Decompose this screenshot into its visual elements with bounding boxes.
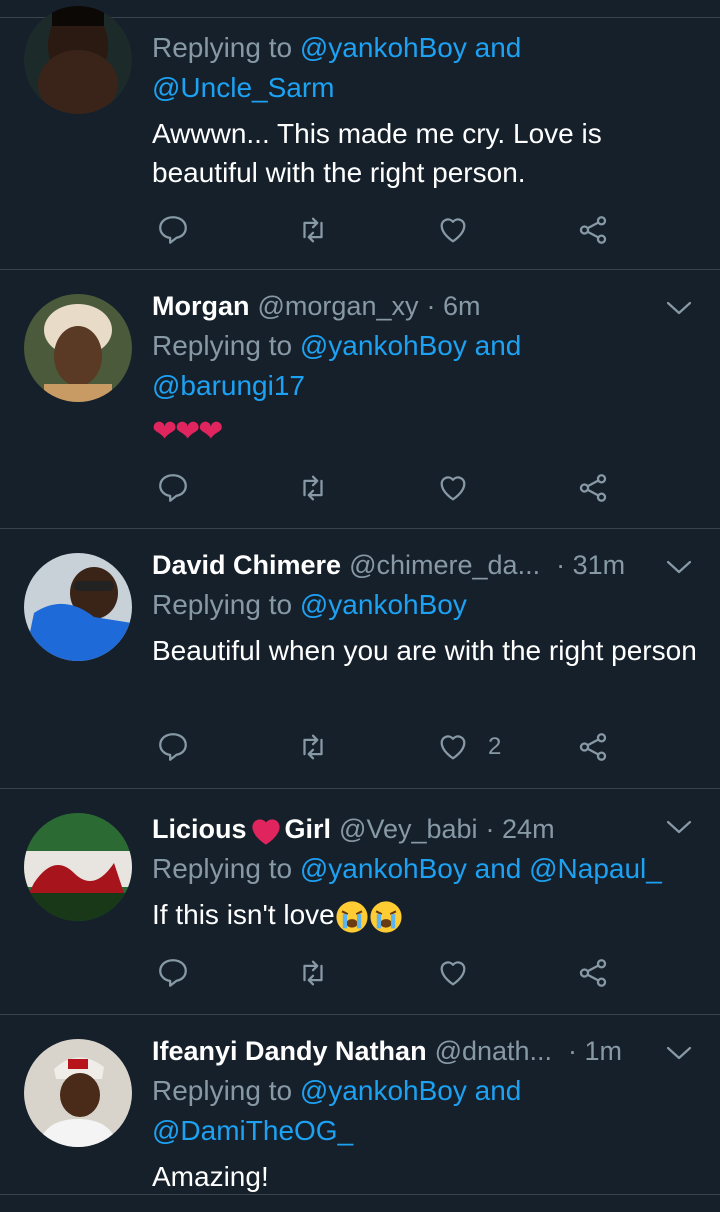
tweet-actions: 2 (152, 727, 622, 767)
user-handle[interactable]: @dnath... (435, 1031, 552, 1071)
replying-to: Replying to @yankohBoy and (152, 1071, 700, 1111)
reply-icon (159, 959, 187, 987)
retweet-icon (303, 475, 323, 501)
tweet[interactable]: Morgan @morgan_xy · 6m Replying to @yank… (0, 270, 720, 529)
tweet-header: Ifeanyi Dandy Nathan @dnath... · 1m (152, 1031, 700, 1071)
tweet-text: Awwwn... This made me cry. Love is beaut… (152, 118, 602, 188)
user-handle[interactable]: @morgan_xy (258, 286, 419, 326)
mention-link[interactable]: @yankohBoy and (300, 330, 521, 361)
reply-button[interactable] (156, 727, 190, 767)
tweet-time: · 24m (485, 814, 555, 844)
avatar[interactable] (24, 1039, 132, 1147)
replying-prefix: Replying to (152, 1075, 300, 1106)
retweet-button[interactable] (296, 210, 330, 250)
tweet-text: ❤❤❤ (152, 415, 223, 448)
tweet-actions (152, 468, 622, 508)
tweet-time: · 1m (568, 1036, 623, 1066)
tweet-actions (152, 953, 622, 993)
mention-link[interactable]: @DamiTheOG_ (152, 1115, 353, 1146)
crying-face-emoji-icon (336, 901, 368, 933)
like-count: 2 (488, 733, 502, 760)
tweet-header: Morgan @morgan_xy · 6m (152, 286, 700, 326)
share-icon (579, 474, 607, 502)
like-button[interactable]: 2 (436, 727, 501, 767)
like-button[interactable] (436, 953, 470, 993)
reply-icon (159, 474, 187, 502)
display-name[interactable]: Licious Girl (152, 809, 331, 849)
heart-icon (440, 476, 466, 501)
reply-button[interactable] (156, 953, 190, 993)
tweet-actions (152, 210, 622, 250)
share-button[interactable] (576, 210, 610, 250)
retweet-icon (303, 960, 323, 986)
replying-to: Replying to @yankohBoy and @Napaul_ (152, 849, 700, 889)
replying-prefix: Replying to (152, 32, 300, 63)
display-name[interactable]: Morgan (152, 286, 250, 326)
heart-icon (440, 961, 466, 986)
replying-to: Replying to @yankohBoy (152, 585, 700, 625)
tweet-header: David Chimere @chimere_da... · 31m (152, 545, 700, 585)
display-name-part: Girl (284, 814, 332, 844)
tweet[interactable]: Replying to @yankohBoy and @Uncle_Sarm A… (0, 6, 720, 270)
tweet-text: Beautiful when you are with the right pe… (152, 635, 697, 666)
heart-icon (440, 218, 466, 243)
avatar[interactable] (24, 813, 132, 921)
like-button[interactable] (436, 210, 470, 250)
replying-to: Replying to @yankohBoy and (152, 28, 700, 68)
reply-button[interactable] (156, 468, 190, 508)
mention-link[interactable]: @yankohBoy and (300, 32, 521, 63)
retweet-icon (303, 734, 323, 760)
replying-to: Replying to @yankohBoy and (152, 326, 700, 366)
mention-link[interactable]: @yankohBoy and (300, 1075, 521, 1106)
share-icon (579, 733, 607, 761)
crying-face-emoji-icon (370, 901, 402, 933)
red-heart-icon (251, 819, 280, 845)
retweet-button[interactable] (296, 727, 330, 767)
mention-link[interactable]: @yankohBoy and @Napaul_ (300, 853, 662, 884)
tweet-time: · 6m (426, 291, 481, 321)
replying-to-cont: @barungi17 (152, 366, 700, 406)
reply-icon (159, 216, 187, 244)
chevron-down-icon[interactable] (666, 1045, 692, 1061)
share-button[interactable] (576, 727, 610, 767)
tweet-text: Amazing! (152, 1161, 269, 1192)
mention-link[interactable]: @yankohBoy (300, 589, 467, 620)
share-button[interactable] (576, 953, 610, 993)
chevron-down-icon[interactable] (666, 819, 692, 835)
replying-to-cont: @DamiTheOG_ (152, 1111, 700, 1151)
avatar[interactable] (24, 6, 132, 114)
tweet[interactable]: David Chimere @chimere_da... · 31m Reply… (0, 529, 720, 789)
share-icon (579, 216, 607, 244)
retweet-button[interactable] (296, 953, 330, 993)
mention-link[interactable]: @barungi17 (152, 370, 305, 401)
avatar[interactable] (24, 553, 132, 661)
mention-link[interactable]: @Uncle_Sarm (152, 72, 334, 103)
replying-prefix: Replying to (152, 589, 300, 620)
tweet-time: · 31m (556, 550, 626, 580)
replying-to-cont: @Uncle_Sarm (152, 68, 700, 108)
avatar[interactable] (24, 294, 132, 402)
replying-prefix: Replying to (152, 330, 300, 361)
retweet-button[interactable] (296, 468, 330, 508)
tweet[interactable]: Ifeanyi Dandy Nathan @dnath... · 1m Repl… (0, 1015, 720, 1195)
display-name[interactable]: David Chimere (152, 545, 341, 585)
tweet-header: Licious Girl @Vey_babi · 24m (152, 809, 700, 849)
retweet-icon (303, 217, 323, 243)
reply-button[interactable] (156, 210, 190, 250)
tweet-text-row: If this isn't love (152, 895, 700, 934)
chevron-down-icon[interactable] (666, 300, 692, 316)
share-icon (579, 959, 607, 987)
tweet-text: If this isn't love (152, 899, 335, 930)
replying-prefix: Replying to (152, 853, 300, 884)
user-handle[interactable]: @Vey_babi (339, 809, 478, 849)
heart-icon (440, 735, 466, 760)
display-name-part: Licious (152, 814, 247, 844)
like-button[interactable] (436, 468, 470, 508)
chevron-down-icon[interactable] (666, 559, 692, 575)
display-name[interactable]: Ifeanyi Dandy Nathan (152, 1031, 427, 1071)
tweet[interactable]: Licious Girl @Vey_babi · 24m Replying to … (0, 789, 720, 1015)
user-handle[interactable]: @chimere_da... (349, 545, 540, 585)
share-button[interactable] (576, 468, 610, 508)
reply-icon (159, 733, 187, 761)
